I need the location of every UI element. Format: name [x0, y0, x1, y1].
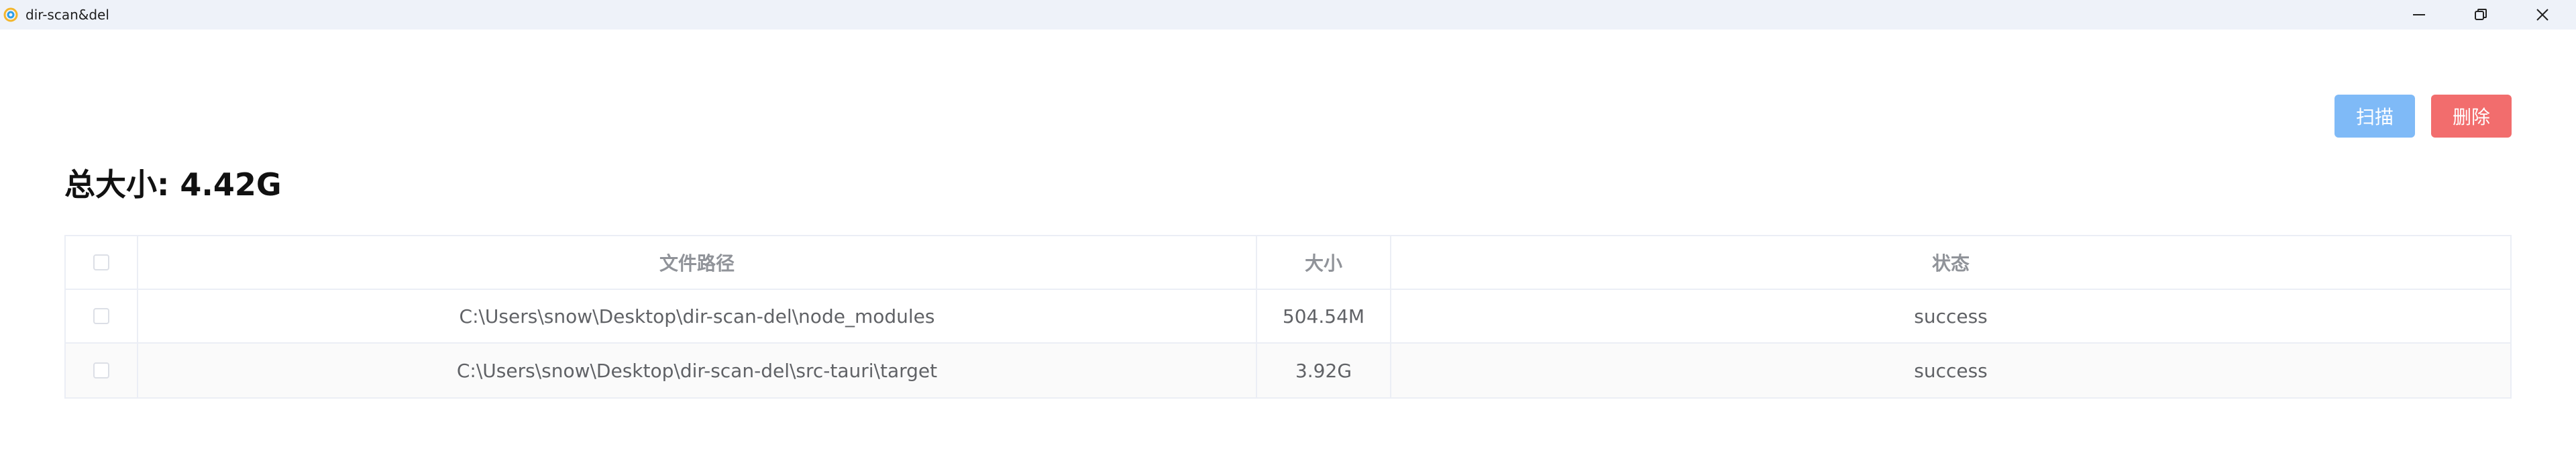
row-size: 504.54M — [1257, 290, 1391, 342]
row-status: success — [1914, 359, 1988, 382]
table-row[interactable]: C:\Users\snow\Desktop\dir-scan-del\src-t… — [66, 344, 2510, 397]
column-header-path: 文件路径 — [138, 236, 1257, 289]
select-all-cell — [66, 236, 138, 289]
row-checkbox[interactable] — [93, 362, 109, 379]
row-checkbox[interactable] — [93, 308, 109, 324]
file-table: 文件路径 大小 状态 C:\Users\snow\Desktop\dir-sca… — [64, 235, 2512, 399]
table-row[interactable]: C:\Users\snow\Desktop\dir-scan-del\node_… — [66, 290, 2510, 344]
maximize-button[interactable] — [2450, 0, 2512, 30]
title-bar: dir-scan&del — [0, 0, 2576, 30]
restore-icon — [2473, 7, 2488, 22]
row-status: success — [1914, 305, 1988, 328]
delete-button[interactable]: 删除 — [2431, 95, 2512, 138]
row-check-cell — [66, 344, 138, 397]
row-check-cell — [66, 290, 138, 342]
table-header-row: 文件路径 大小 状态 — [66, 236, 2510, 290]
column-header-size: 大小 — [1257, 236, 1391, 289]
window-title: dir-scan&del — [25, 7, 109, 23]
minimize-button[interactable] — [2388, 0, 2450, 30]
close-icon — [2535, 7, 2550, 22]
app-logo-icon — [3, 7, 19, 23]
close-button[interactable] — [2512, 0, 2573, 30]
select-all-checkbox[interactable] — [93, 254, 109, 270]
row-path: C:\Users\snow\Desktop\dir-scan-del\node_… — [138, 290, 1257, 342]
minimize-icon — [2412, 7, 2426, 22]
row-path: C:\Users\snow\Desktop\dir-scan-del\src-t… — [138, 344, 1257, 397]
column-header-status: 状态 — [1931, 252, 1970, 274]
total-size-heading: 总大小: 4.42G — [64, 166, 282, 203]
scan-button[interactable]: 扫描 — [2334, 95, 2415, 138]
row-size: 3.92G — [1257, 344, 1391, 397]
